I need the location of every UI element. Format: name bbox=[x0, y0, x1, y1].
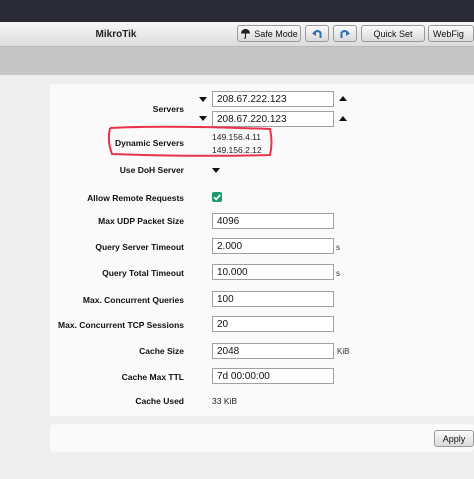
max-concurrent-tcp-sessions-label: Max. Concurrent TCP Sessions bbox=[58, 320, 184, 330]
max-udp-packet-size-input[interactable]: 4096 bbox=[212, 213, 334, 229]
redo-icon bbox=[340, 29, 350, 38]
query-total-timeout-label: Query Total Timeout bbox=[102, 268, 184, 278]
section-header-bar bbox=[0, 47, 474, 75]
undo-button[interactable] bbox=[305, 25, 329, 42]
allow-remote-requests-label: Allow Remote Requests bbox=[87, 193, 184, 203]
server-1-up-arrow-icon[interactable] bbox=[339, 96, 347, 101]
query-server-timeout-input[interactable]: 2.000 bbox=[212, 238, 334, 254]
server-1-down-arrow-icon[interactable] bbox=[199, 97, 207, 102]
cache-size-unit: KiB bbox=[337, 347, 350, 356]
use-doh-server-label: Use DoH Server bbox=[119, 165, 184, 175]
query-server-timeout-unit: s bbox=[336, 243, 340, 252]
quick-set-label: Quick Set bbox=[373, 28, 413, 39]
server-1-input[interactable]: 208.67.222.123 bbox=[212, 91, 334, 107]
apply-button[interactable]: Apply bbox=[434, 430, 474, 447]
checkmark-icon bbox=[213, 194, 221, 201]
red-annotation-circle bbox=[107, 125, 273, 157]
query-total-timeout-unit: s bbox=[336, 269, 340, 278]
query-server-timeout-label: Query Server Timeout bbox=[95, 242, 184, 252]
safe-mode-label: Safe Mode bbox=[254, 28, 298, 39]
browser-top-bar bbox=[0, 0, 474, 22]
allow-remote-requests-checkbox[interactable] bbox=[212, 192, 222, 202]
quick-set-button[interactable]: Quick Set bbox=[361, 25, 425, 42]
cache-size-input[interactable]: 2048 bbox=[212, 343, 334, 359]
server-2-down-arrow-icon[interactable] bbox=[199, 116, 207, 121]
max-concurrent-queries-label: Max. Concurrent Queries bbox=[82, 295, 184, 305]
form-footer bbox=[50, 424, 474, 452]
redo-button[interactable] bbox=[333, 25, 357, 42]
webfig-label: WebFig bbox=[433, 28, 464, 39]
toolbar: MikroTik Safe Mode Quick Set WebFig bbox=[0, 22, 474, 47]
cache-used-value: 33 KiB bbox=[212, 396, 238, 406]
cache-max-ttl-input[interactable]: 7d 00:00:00 bbox=[212, 368, 334, 384]
max-concurrent-tcp-sessions-input[interactable]: 20 bbox=[212, 316, 334, 332]
server-2-up-arrow-icon[interactable] bbox=[339, 116, 347, 121]
app-title: MikroTik bbox=[95, 29, 137, 40]
query-total-timeout-input[interactable]: 10.000 bbox=[212, 264, 334, 280]
umbrella-icon bbox=[241, 28, 251, 39]
webfig-button[interactable]: WebFig bbox=[428, 25, 474, 42]
use-doh-server-expand-arrow-icon[interactable] bbox=[212, 168, 220, 173]
cache-max-ttl-label: Cache Max TTL bbox=[121, 372, 184, 382]
cache-size-label: Cache Size bbox=[139, 346, 184, 356]
max-udp-packet-size-label: Max UDP Packet Size bbox=[98, 216, 184, 226]
servers-label: Servers bbox=[152, 104, 184, 114]
safe-mode-button[interactable]: Safe Mode bbox=[237, 25, 301, 42]
cache-used-label: Cache Used bbox=[135, 396, 184, 406]
max-concurrent-queries-input[interactable]: 100 bbox=[212, 291, 334, 307]
undo-icon bbox=[312, 29, 322, 38]
